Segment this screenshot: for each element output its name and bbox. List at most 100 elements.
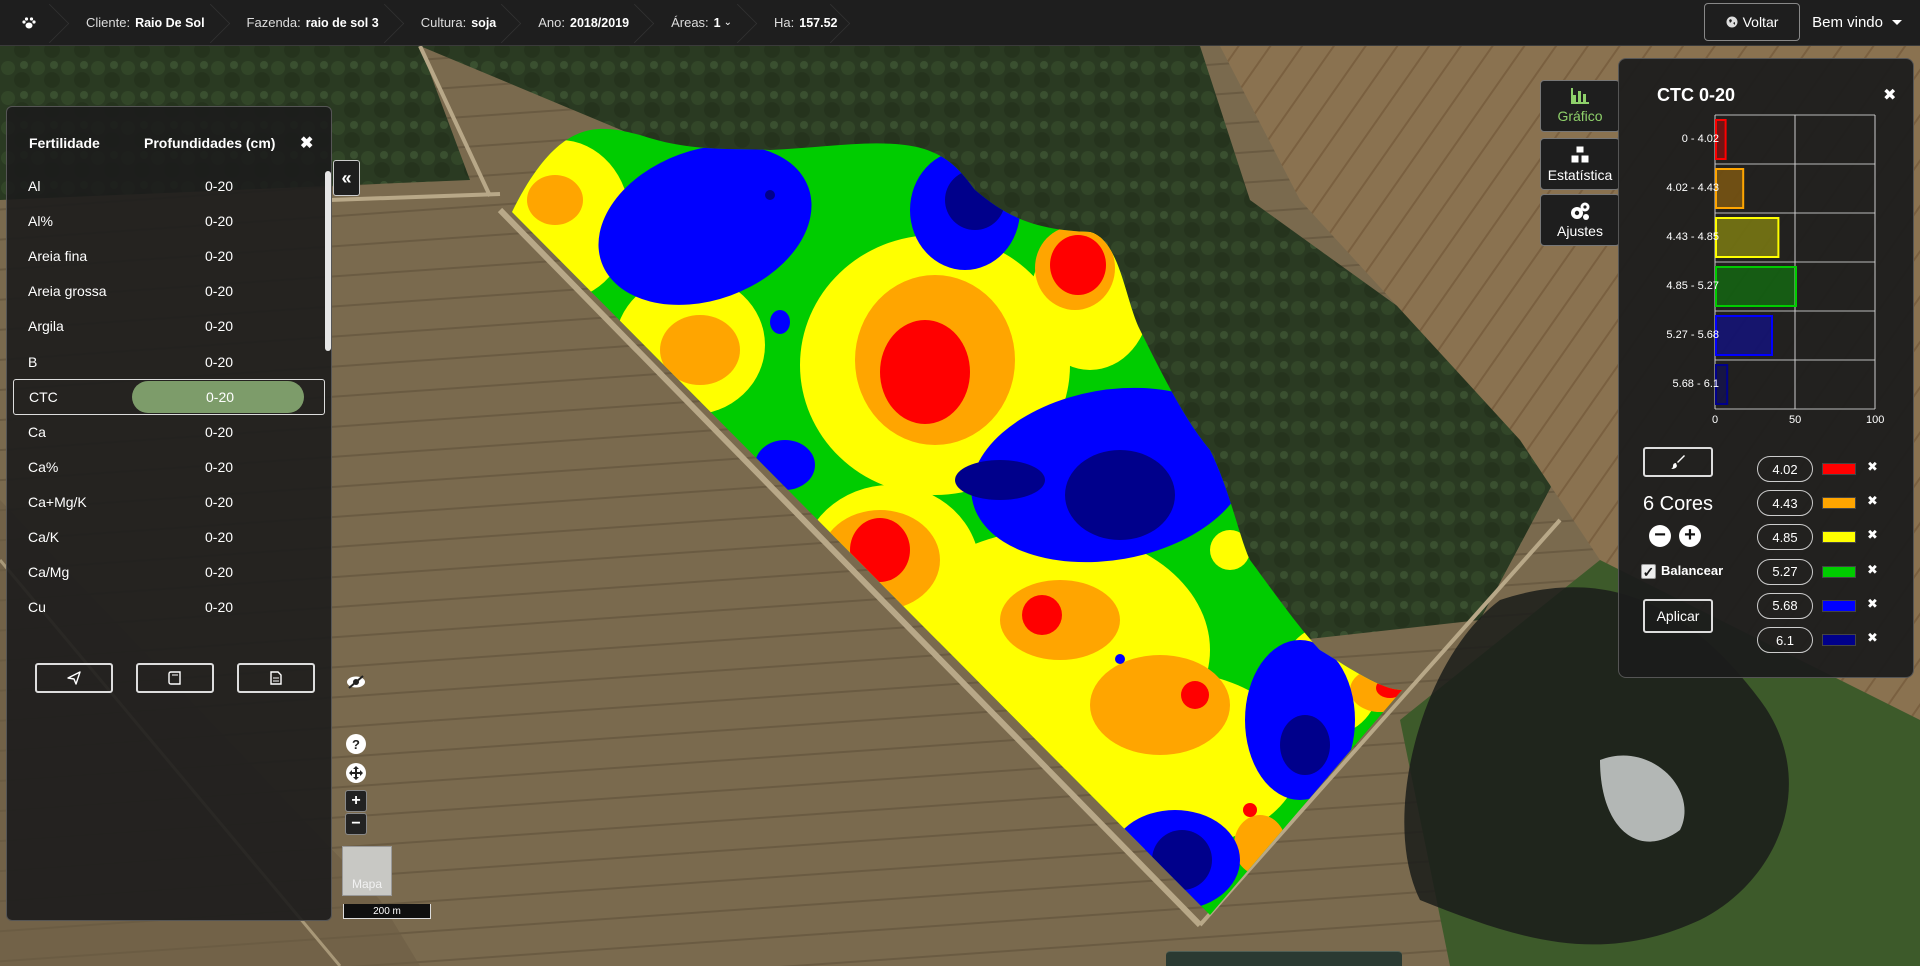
mapa-label: Mapa — [351, 877, 383, 891]
legend-value-input[interactable]: 4.43 — [1757, 490, 1813, 517]
color-count-label: 6 Cores — [1643, 493, 1714, 515]
histogram-bar[interactable] — [1715, 217, 1780, 258]
item-depth: 0-20 — [205, 599, 234, 616]
paint-brush-icon — [1671, 455, 1685, 469]
ctc-legend-panel: CTC 0-20 ✖ 0 - 4.02 4.02 - 4.43 4.43 - 4.8… — [1618, 58, 1914, 678]
remove-icon[interactable]: ✖ — [1867, 630, 1878, 646]
list-item[interactable]: Ca/Mg 0-20 — [13, 555, 325, 589]
item-name: Ca — [28, 423, 46, 440]
document-icon — [270, 671, 282, 685]
legend-color-swatch[interactable] — [1822, 599, 1856, 612]
collapse-panel-button[interactable]: « — [333, 160, 360, 196]
paint-brush-button[interactable] — [1643, 447, 1713, 477]
x-tick-label: 100 — [1866, 414, 1885, 426]
list-item[interactable]: Areia fina 0-20 — [13, 239, 325, 273]
breadcrumb-cultura[interactable]: Cultura: soja — [401, 0, 519, 46]
areas-label: Áreas: — [671, 15, 709, 30]
home-button[interactable] — [0, 0, 66, 46]
remove-icon[interactable]: ✖ — [1867, 562, 1878, 578]
list-item[interactable]: Argila 0-20 — [13, 309, 325, 343]
top-navigation-bar: Cliente: Raio De Sol Fazenda: raio de sol … — [0, 0, 1920, 46]
send-button[interactable] — [35, 663, 113, 693]
zoom-in-button[interactable]: + — [345, 790, 367, 812]
list-item[interactable]: Ca+Mg/K 0-20 — [13, 485, 325, 519]
list-item[interactable]: Ca/K 0-20 — [13, 520, 325, 554]
zoom-out-button[interactable]: − — [345, 813, 367, 835]
list-item[interactable]: Cu 0-20 — [13, 590, 325, 624]
item-name: Al% — [28, 213, 53, 230]
legend-row: 5.68 ✖ — [1757, 589, 1907, 623]
remove-icon[interactable]: ✖ — [1867, 459, 1878, 475]
send-icon — [67, 671, 81, 685]
mapa-layer-toggle[interactable]: Mapa — [342, 846, 392, 896]
item-name: Ca/K — [28, 529, 60, 545]
report-button[interactable] — [237, 663, 315, 693]
list-item[interactable]: Areia grossa 0-20 — [13, 274, 325, 308]
fazenda-value: raio de sol 3 — [305, 15, 379, 30]
list-item[interactable]: Ca 0-20 — [13, 415, 325, 449]
aplicar-button[interactable]: Aplicar — [1643, 599, 1713, 633]
legend-value-input[interactable]: 6.1 — [1757, 627, 1813, 653]
item-depth: 0-20 — [205, 423, 234, 440]
tool-estatistica[interactable]: Estatística — [1540, 138, 1620, 190]
legend-value-input[interactable]: 5.68 — [1757, 592, 1813, 619]
cliente-label: Cliente: — [86, 15, 131, 30]
histogram-bar[interactable] — [1715, 168, 1745, 209]
minus-symbol: − — [1654, 523, 1666, 546]
legend-row: 4.85 ✖ — [1757, 520, 1907, 554]
breadcrumb-ano[interactable]: Ano: 2018/2019 — [518, 0, 651, 46]
item-name: Areia fina — [28, 248, 88, 265]
help-button[interactable]: ? — [346, 734, 366, 754]
histogram-bar[interactable] — [1715, 315, 1773, 356]
close-icon[interactable]: ✖ — [300, 133, 313, 153]
legend-color-swatch[interactable] — [1822, 565, 1856, 578]
list-item[interactable]: CTC 0-20 — [13, 378, 325, 415]
user-menu[interactable]: Bem vindo — [1812, 0, 1902, 44]
scrollbar[interactable] — [325, 171, 331, 351]
category-tick-label: 0 - 4.02 — [1681, 132, 1719, 145]
list-item[interactable]: Al% 0-20 — [13, 204, 325, 238]
item-name: Ca/Mg — [28, 564, 70, 581]
list-item[interactable]: Al 0-20 — [13, 169, 325, 203]
category-tick-label: 4.43 - 4.85 — [1666, 230, 1719, 243]
legend-row: 4.02 ✖ — [1757, 452, 1907, 486]
tool-grafico[interactable]: Gráfico — [1540, 80, 1620, 132]
legend-value-input[interactable]: 4.02 — [1757, 456, 1813, 482]
list-item[interactable]: Ca% 0-20 — [13, 450, 325, 484]
breadcrumb-ha: Ha: 157.52 — [754, 0, 847, 46]
legend-color-swatch[interactable] — [1822, 634, 1856, 646]
legend-value-input[interactable]: 5.27 — [1757, 558, 1813, 585]
item-name: Argila — [28, 318, 64, 335]
voltar-button[interactable]: Voltar — [1704, 3, 1800, 41]
breadcrumb-areas[interactable]: Áreas: 1 ⌄ — [651, 0, 754, 46]
remove-icon[interactable]: ✖ — [1867, 527, 1878, 543]
item-depth: 0-20 — [206, 388, 235, 405]
legend-color-swatch[interactable] — [1822, 497, 1856, 510]
breadcrumb-cliente[interactable]: Cliente: Raio De Sol — [66, 0, 227, 46]
aplicar-label: Aplicar — [1656, 608, 1700, 624]
zoom-in-label: + — [351, 792, 361, 809]
breadcrumb-fazenda[interactable]: Fazenda: raio de sol 3 — [227, 0, 401, 46]
remove-icon[interactable]: ✖ — [1867, 493, 1878, 509]
ano-label: Ano: — [538, 15, 565, 30]
move-button[interactable] — [346, 763, 366, 783]
legend-color-swatch[interactable] — [1822, 531, 1856, 544]
book-button[interactable] — [136, 663, 214, 693]
balancear-checkbox[interactable]: ✓ — [1641, 564, 1656, 579]
ha-value: 157.52 — [799, 15, 838, 30]
tool-ajustes[interactable]: Ajustes — [1540, 194, 1620, 246]
header-profundidades: Profundidades (cm) — [144, 135, 276, 151]
minus-circle-icon[interactable]: − — [1649, 525, 1671, 547]
list-item[interactable]: B 0-20 — [13, 345, 325, 379]
legend-value-input[interactable]: 4.85 — [1757, 524, 1813, 551]
eye-slash-icon[interactable] — [345, 672, 367, 692]
bemvindo-label: Bem vindo — [1812, 13, 1883, 31]
category-tick-label: 4.02 - 4.43 — [1666, 181, 1719, 194]
histogram-bar[interactable] — [1715, 266, 1797, 307]
plus-circle-icon[interactable]: + — [1679, 525, 1701, 547]
legend-color-swatch[interactable] — [1822, 463, 1856, 475]
item-depth: 0-20 — [205, 248, 234, 265]
areas-value: 1 — [713, 15, 721, 30]
item-depth: 0-20 — [205, 458, 234, 475]
remove-icon[interactable]: ✖ — [1867, 596, 1878, 612]
